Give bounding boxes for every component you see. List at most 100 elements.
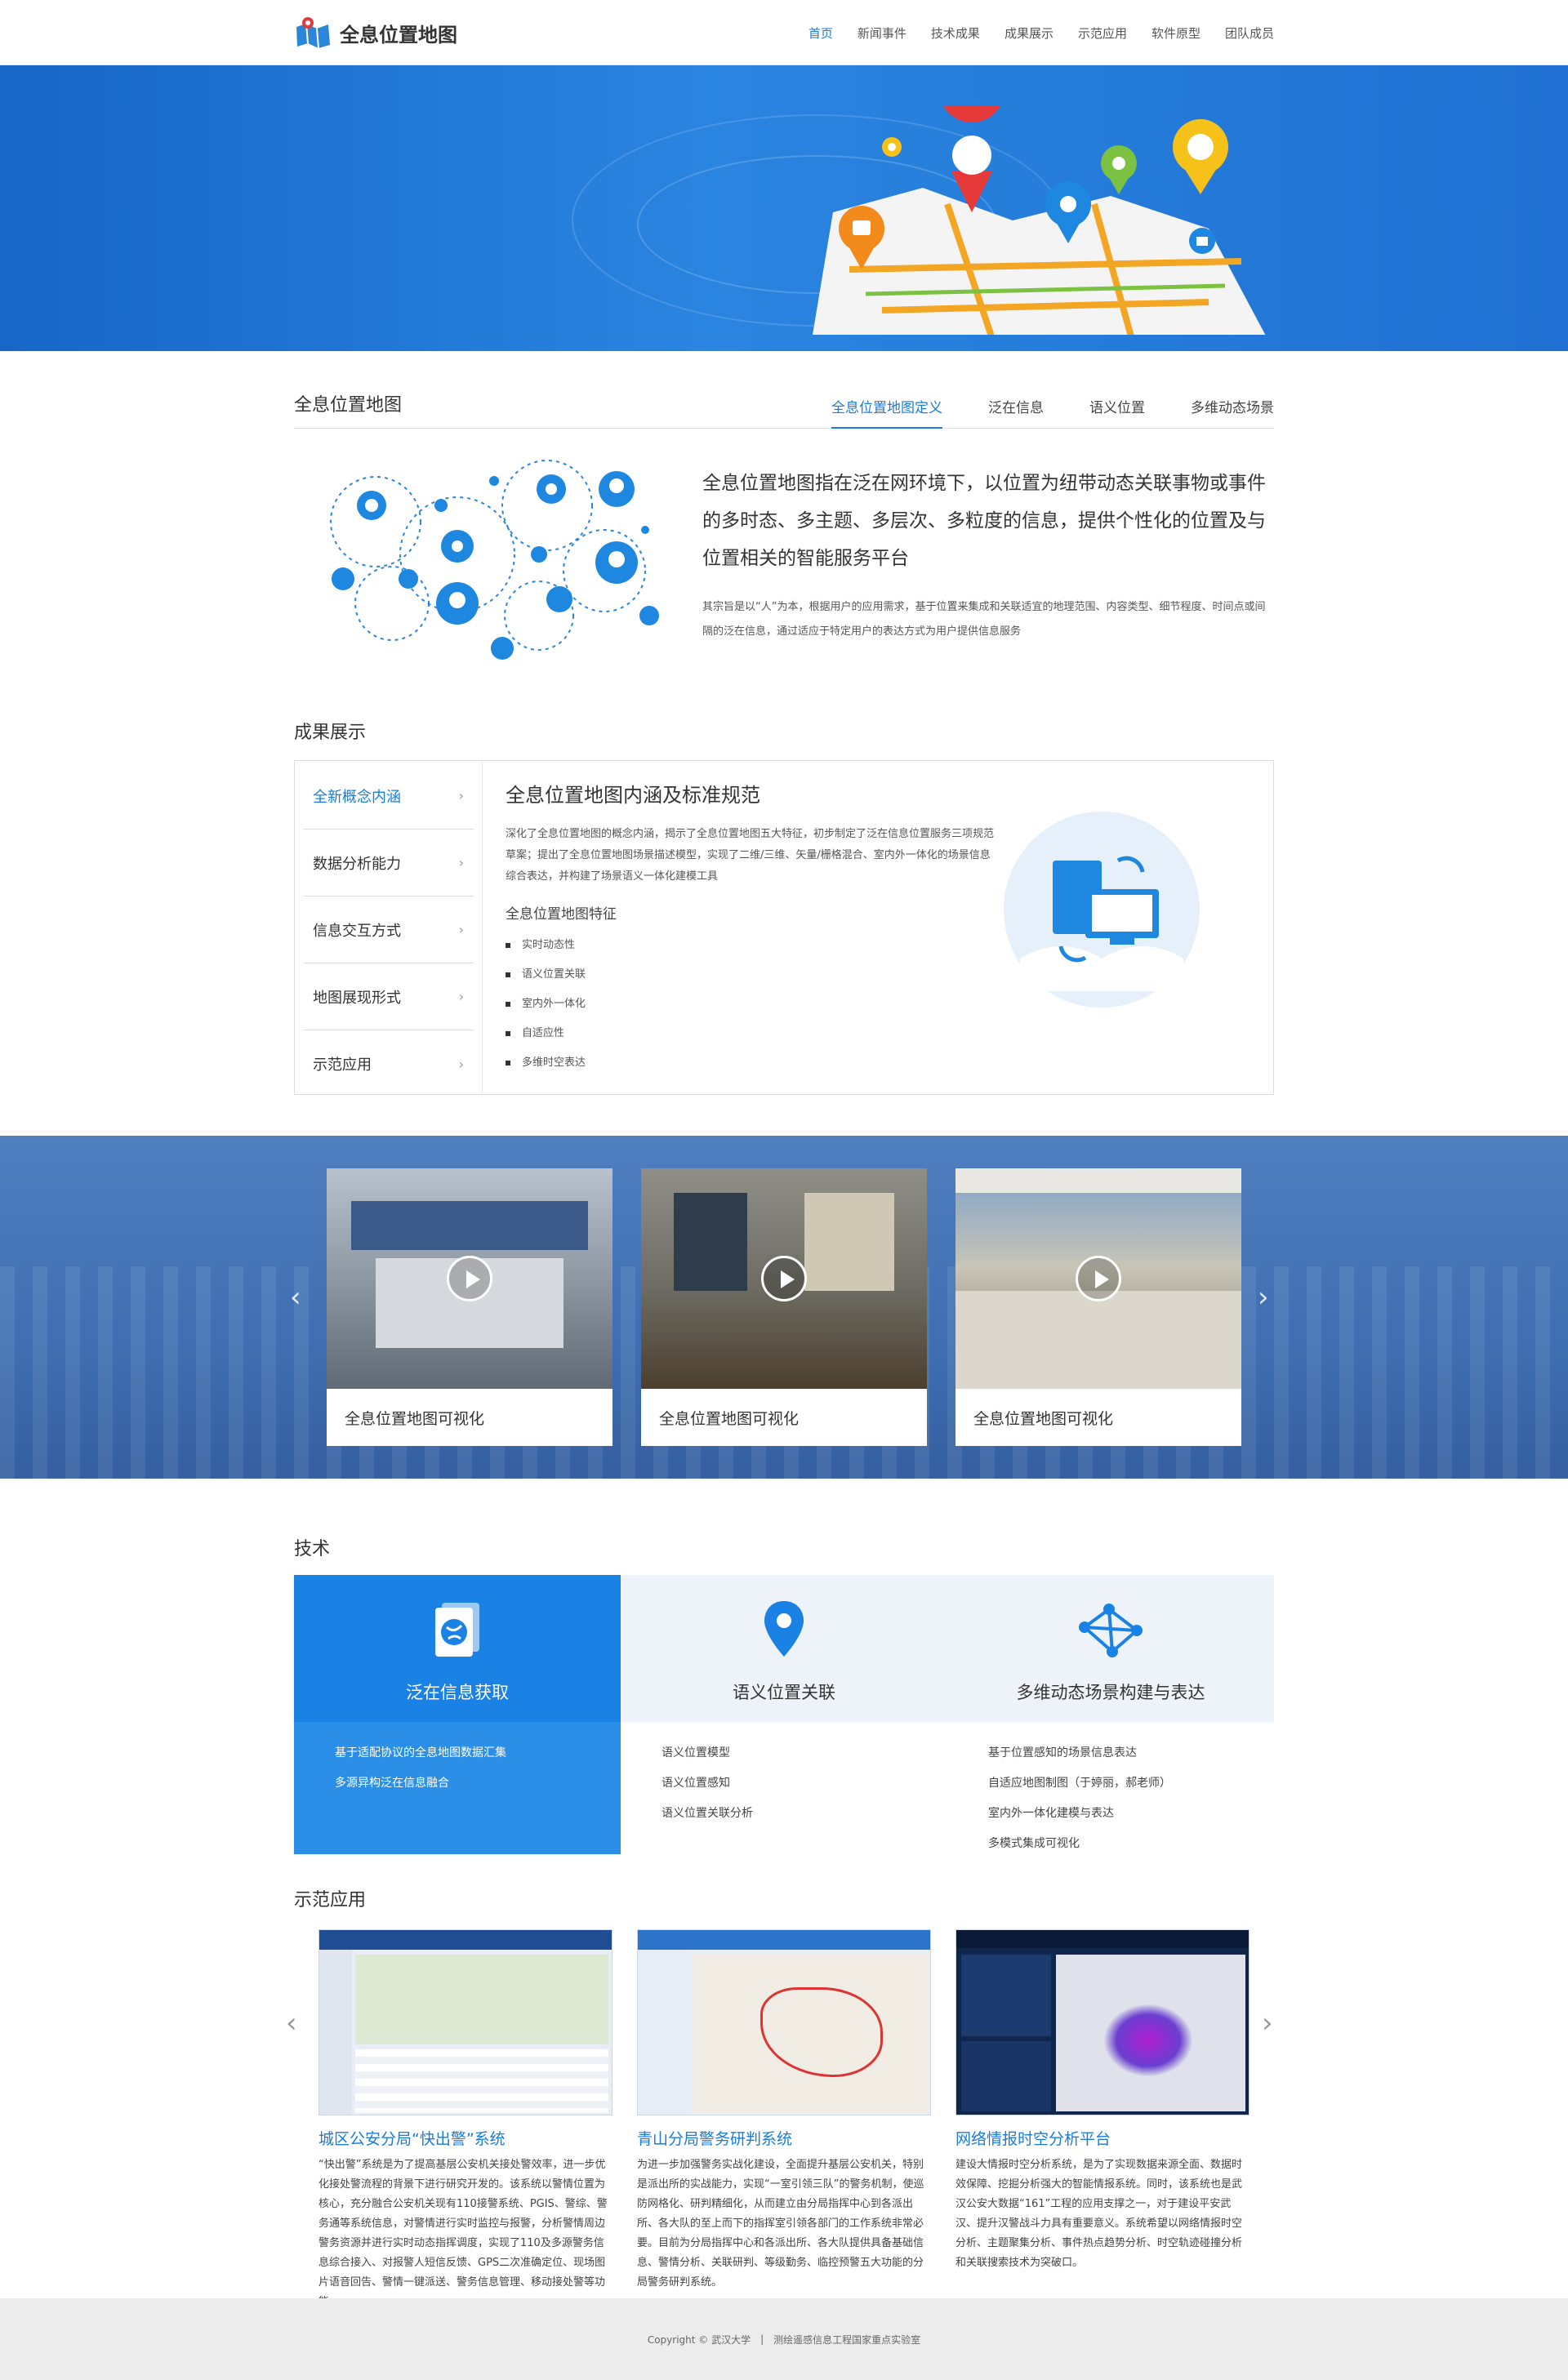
demo-screenshot	[318, 1929, 612, 2115]
chevron-right-icon[interactable]: ›	[1258, 1281, 1269, 1314]
achievement-description: 深化了全息位置地图的概念内涵，揭示了全息位置地图五大特征，初步制定了泛在信息位置…	[506, 828, 995, 883]
intro-title: 全息位置地图	[294, 395, 403, 416]
demo-card-title[interactable]: 城区公安分局“快出警”系统	[318, 2127, 612, 2149]
menu-item-interaction[interactable]: 信息交互方式 ›	[303, 896, 474, 963]
video-caption: 全息位置地图可视化	[345, 1409, 485, 1428]
nav-showcase[interactable]: 成果展示	[1004, 24, 1054, 42]
video-thumbnail	[327, 1168, 612, 1389]
intro-description: 其宗旨是以“人”为本，根据用户的应用需求，基于位置来集成和关联适宜的地理范围、内…	[702, 601, 1266, 638]
list-item: 实时动态性	[506, 931, 996, 960]
list-item[interactable]: 语义位置关联分析	[662, 1799, 947, 1829]
device-sync-icon	[996, 779, 1265, 1094]
tech-title: 技术	[294, 1539, 331, 1559]
list-item[interactable]: 语义位置模型	[662, 1738, 947, 1768]
video-card[interactable]: 全息位置地图可视化	[641, 1168, 927, 1446]
list-item[interactable]: 多模式集成可视化	[988, 1829, 1274, 1859]
chevron-right-icon: ›	[458, 922, 464, 937]
features-title: 全息位置地图特征	[506, 906, 617, 923]
list-item: 自适应性	[506, 1019, 996, 1048]
menu-item-data-analysis[interactable]: 数据分析能力 ›	[303, 830, 474, 896]
demo-card[interactable]: 青山分局警务研判系统 为进一步加强警务实战化建设，全面提升基层公安机关，特别是派…	[637, 1929, 931, 2312]
lab-name: 测绘遥感信息工程国家重点实验室	[773, 2333, 921, 2346]
tech-column[interactable]: 泛在信息获取 基于适配协议的全息地图数据汇集 多源异构泛在信息融合	[294, 1575, 621, 1854]
map-logo-icon	[294, 16, 332, 50]
achievements-menu: 全新概念内涵 › 数据分析能力 › 信息交互方式 › 地图展现形式 › 示范应用 ›	[303, 761, 483, 1094]
tab-definition[interactable]: 全息位置地图定义	[831, 396, 942, 429]
tech-column[interactable]: 语义位置关联 语义位置模型 语义位置感知 语义位置关联分析	[621, 1575, 947, 1854]
chevron-right-icon: ›	[458, 788, 464, 803]
logo[interactable]: 全息位置地图	[294, 16, 457, 50]
logo-text: 全息位置地图	[340, 23, 457, 47]
nav-demo[interactable]: 示范应用	[1078, 24, 1127, 42]
achievements-title: 成果展示	[294, 723, 367, 743]
list-item[interactable]: 室内外一体化建模与表达	[988, 1799, 1274, 1829]
main-nav: 首页 新闻事件 技术成果 成果展示 示范应用 软件原型 团队成员	[808, 24, 1274, 42]
video-caption: 全息位置地图可视化	[659, 1409, 800, 1428]
tech-column-title: 泛在信息获取	[406, 1683, 509, 1702]
list-item[interactable]: 基于适配协议的全息地图数据汇集	[335, 1738, 621, 1768]
footer-divider: |	[760, 2333, 764, 2345]
nav-prototype[interactable]: 软件原型	[1152, 24, 1200, 42]
nav-tech[interactable]: 技术成果	[931, 24, 980, 42]
list-item[interactable]: 基于位置感知的场景信息表达	[988, 1738, 1274, 1768]
video-caption: 全息位置地图可视化	[973, 1409, 1114, 1428]
list-item[interactable]: 多源异构泛在信息融合	[335, 1768, 621, 1799]
chevron-left-icon[interactable]: ‹	[286, 2007, 297, 2040]
list-item[interactable]: 自适应地图制图（于婷丽，郝老师）	[988, 1768, 1274, 1799]
nav-news[interactable]: 新闻事件	[858, 24, 906, 42]
demo-card-description: 为进一步加强警务实战化建设，全面提升基层公安机关，特别是派出所的实战能力，实现“…	[637, 2159, 924, 2289]
location-pin-icon	[764, 1601, 804, 1657]
video-card[interactable]: 全息位置地图可视化	[327, 1168, 612, 1446]
demo-carousel: ‹ › 城区公安分局“快出警”系统 “快出警”系统是为了提高基层公安机关接处警效…	[286, 1929, 1274, 2312]
intro-tabs: 全息位置地图定义 泛在信息 语义位置 多维动态场景	[831, 396, 1274, 429]
demo-screenshot	[956, 1929, 1250, 2115]
play-icon[interactable]	[447, 1256, 492, 1301]
demo-card[interactable]: 网络情报时空分析平台 建设大情报时空分析系统，是为了实现数据来源全面、数据时效保…	[956, 1929, 1250, 2312]
chevron-right-icon: ›	[458, 1056, 464, 1072]
play-icon[interactable]	[761, 1256, 807, 1301]
hero-banner	[0, 65, 1568, 351]
achievement-heading: 全息位置地图内涵及标准规范	[506, 784, 760, 807]
demo-card[interactable]: 城区公安分局“快出警”系统 “快出警”系统是为了提高基层公安机关接处警效率，进一…	[318, 1929, 612, 2312]
list-item[interactable]: 语义位置感知	[662, 1768, 947, 1799]
intro-headline: 全息位置地图指在泛在网环境下，以位置为纽带动态关联事物或事件的多时态、多主题、多…	[702, 473, 1266, 569]
tab-semantic-location[interactable]: 语义位置	[1089, 396, 1145, 416]
tech-column-title: 语义位置关联	[733, 1683, 835, 1702]
list-item: 室内外一体化	[506, 990, 996, 1019]
intro-header: 全息位置地图 全息位置地图定义 泛在信息 语义位置 多维动态场景	[294, 388, 1274, 429]
video-carousel: ‹ › 全息位置地图可视化 全息位置地图可视化 全息位置地图可视化	[0, 1136, 1568, 1479]
nav-team[interactable]: 团队成员	[1225, 24, 1274, 42]
nav-home[interactable]: 首页	[808, 24, 833, 42]
video-thumbnail	[956, 1168, 1241, 1389]
demo-card-description: 建设大情报时空分析系统，是为了实现数据来源全面、数据时效保障、挖掘分析强大的智能…	[956, 2159, 1243, 2269]
demo-card-description: “快出警”系统是为了提高基层公安机关接处警效率，进一步优化接处警流程的背景下进行…	[318, 2159, 608, 2308]
chevron-left-icon[interactable]: ‹	[290, 1281, 301, 1314]
list-item: 语义位置关联	[506, 960, 996, 990]
site-footer: Copyright © 武汉大学 | 测绘遥感信息工程国家重点实验室	[0, 2298, 1568, 2380]
chevron-right-icon[interactable]: ›	[1262, 2007, 1273, 2040]
site-header: 全息位置地图 首页 新闻事件 技术成果 成果展示 示范应用 软件原型 团队成员	[0, 0, 1568, 65]
demo-card-title[interactable]: 网络情报时空分析平台	[956, 2127, 1250, 2149]
demo-title: 示范应用	[294, 1890, 367, 1911]
tab-ubiquitous-info[interactable]: 泛在信息	[988, 396, 1044, 416]
menu-item-map-display[interactable]: 地图展现形式 ›	[303, 963, 474, 1030]
video-card[interactable]: 全息位置地图可视化	[956, 1168, 1241, 1446]
chevron-right-icon: ›	[458, 989, 464, 1004]
tech-column-title: 多维动态场景构建与表达	[1016, 1683, 1205, 1702]
globe-document-icon	[435, 1603, 479, 1657]
list-item: 多维时空表达	[506, 1048, 996, 1078]
tech-column[interactable]: 多维动态场景构建与表达 基于位置感知的场景信息表达 自适应地图制图（于婷丽，郝老…	[947, 1575, 1274, 1854]
play-icon[interactable]	[1076, 1256, 1121, 1301]
menu-item-concept[interactable]: 全新概念内涵 ›	[303, 763, 474, 830]
network-nodes-icon	[1079, 1604, 1143, 1657]
demo-card-title[interactable]: 青山分局警务研判系统	[637, 2127, 931, 2149]
chevron-right-icon: ›	[458, 855, 464, 870]
features-list: 实时动态性 语义位置关联 室内外一体化 自适应性 多维时空表达	[506, 931, 996, 1078]
menu-item-demo-app[interactable]: 示范应用 ›	[303, 1030, 474, 1097]
demo-screenshot	[637, 1929, 931, 2115]
tab-dynamic-scene[interactable]: 多维动态场景	[1191, 396, 1274, 416]
achievements-panel: 全新概念内涵 › 数据分析能力 › 信息交互方式 › 地图展现形式 › 示范应用 › 全息…	[294, 760, 1274, 1095]
network-illustration	[294, 448, 678, 677]
video-thumbnail	[641, 1168, 927, 1389]
tech-grid: 泛在信息获取 基于适配协议的全息地图数据汇集 多源异构泛在信息融合 语义位置关联…	[294, 1575, 1274, 1854]
